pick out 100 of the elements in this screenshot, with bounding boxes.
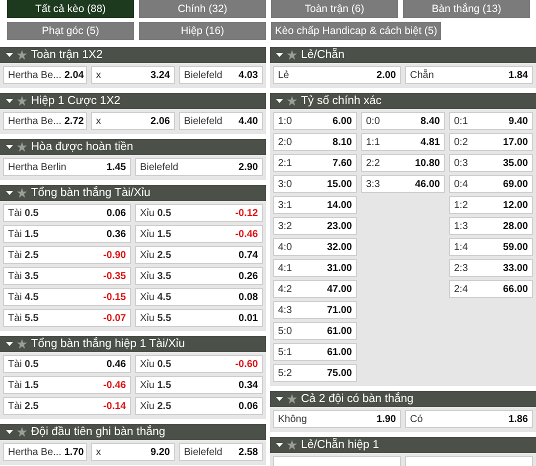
selection-label: 0:2 [454, 136, 468, 148]
odds-cell[interactable]: Không 1.90 [273, 410, 401, 428]
panel-header[interactable]: Tỷ số chính xác [270, 93, 536, 109]
odds-cell[interactable]: 4:3 71.00 [273, 301, 357, 319]
odds-cell[interactable]: 1:0 6.00 [273, 112, 357, 130]
selection-label: 3:1 [278, 200, 292, 210]
odds-cell[interactable]: Xỉu 2.5 0.74 [135, 246, 263, 264]
tab[interactable]: Tất cả kèo (88) [7, 0, 134, 18]
panel-title: Đội đầu tiên ghi bàn thắng [31, 426, 166, 438]
panel-header[interactable]: Lẻ/Chẵn hiệp 1 [270, 437, 536, 453]
panel-header[interactable]: Tổng bàn thắng Tài/Xỉu [0, 185, 266, 201]
odds-cell[interactable]: 0:1 9.40 [449, 112, 533, 130]
odds-cell[interactable]: 1:1 4.81 [361, 133, 445, 151]
odds-cell[interactable]: 3:1 14.00 [273, 196, 357, 214]
odds-cell[interactable]: Xỉu 2.5 0.06 [135, 397, 263, 415]
selection-label: Tài 5.5 [8, 312, 39, 324]
odds-value: 10.80 [414, 158, 440, 168]
odds-cell[interactable]: 1:4 59.00 [449, 238, 533, 256]
selection-label: Tài 0.5 [8, 208, 39, 218]
odds-cell[interactable]: 3:0 15.00 [273, 175, 357, 193]
odds-cell[interactable]: 4:1 31.00 [273, 259, 357, 277]
odds-cell[interactable]: Xỉu 1.5 0.34 [135, 376, 263, 394]
odds-cell[interactable]: x 3.24 [91, 66, 175, 84]
odds-cell[interactable]: Tài 1.5 0.36 [3, 225, 131, 243]
odds-cell[interactable]: 1:2 12.00 [449, 196, 533, 214]
odds-cell[interactable]: Bielefeld 4.03 [179, 66, 263, 84]
selection-label: Xỉu 2.5 [140, 250, 172, 260]
odds-cell[interactable]: Tài 4.5 -0.15 [3, 288, 131, 306]
selection-label: 4:1 [278, 262, 292, 274]
odds-cell[interactable]: 5:1 61.00 [273, 343, 357, 361]
odds-cell[interactable]: Tài 3.5 -0.35 [3, 267, 131, 285]
odds-value: 0.06 [106, 208, 126, 218]
odds-value: 7.60 [332, 158, 352, 168]
selection-label: Xỉu 1.5 [140, 380, 172, 390]
odds-cell[interactable]: 0:0 8.40 [361, 112, 445, 130]
panel-header[interactable]: Hiệp 1 Cược 1X2 [0, 93, 266, 109]
caret-icon [276, 443, 283, 447]
odds-cell[interactable]: Hertha Be... 2.72 [3, 112, 87, 130]
odds-cell[interactable]: Tài 2.5 -0.90 [3, 246, 131, 264]
odds-cell[interactable]: Xỉu 1.5 -0.46 [135, 225, 263, 243]
odds-cell[interactable]: Tài 2.5 -0.14 [3, 397, 131, 415]
selection-label: 2:0 [278, 136, 292, 148]
tab[interactable]: Bàn thắng (13) [403, 0, 530, 18]
tab[interactable]: Toàn trận (6) [271, 0, 398, 18]
odds-cell[interactable]: Xỉu 0.5 -0.60 [135, 355, 263, 373]
odds-cell[interactable]: x 2.06 [91, 112, 175, 130]
panel-header[interactable]: Tổng bàn thắng hiệp 1 Tài/Xỉu [0, 336, 266, 352]
odds-cell[interactable]: Tài 0.5 0.06 [3, 204, 131, 222]
star-icon [17, 50, 27, 60]
odds-cell[interactable]: 2:2 10.80 [361, 154, 445, 172]
odds-cell[interactable]: Lẻ 2.00 [273, 66, 401, 84]
odds-cell[interactable]: 5:2 75.00 [273, 364, 357, 382]
odds-cell[interactable]: 3:3 46.00 [361, 175, 445, 193]
panel-header[interactable]: Lẻ/Chẵn [270, 47, 536, 63]
odds-cell[interactable]: 3:2 23.00 [273, 217, 357, 235]
odds-cell[interactable]: 0:3 35.00 [449, 154, 533, 172]
odds-cell[interactable]: 2:1 7.60 [273, 154, 357, 172]
odds-value: 35.00 [502, 158, 528, 168]
odds-cell[interactable]: Hertha Berlin 1.45 [3, 158, 131, 176]
odds-cell[interactable]: Tài 0.5 0.46 [3, 355, 131, 373]
odds-value: 4.81 [420, 136, 440, 148]
odds-cell[interactable]: 0:2 17.00 [449, 133, 533, 151]
odds-cell[interactable]: 0:4 69.00 [449, 175, 533, 193]
odds-cell[interactable]: Xỉu 5.5 0.01 [135, 309, 263, 327]
odds-cell[interactable]: 4:0 32.00 [273, 238, 357, 256]
odds-value: -0.07 [103, 312, 126, 324]
caret-icon [6, 145, 13, 149]
odds-cell[interactable]: 2:4 66.00 [449, 280, 533, 298]
panel-header[interactable]: Toàn trận 1X2 [0, 47, 266, 63]
tab[interactable]: Hiệp (16) [139, 22, 266, 40]
odds-cell[interactable]: 2:3 33.00 [449, 259, 533, 277]
odds-cell[interactable]: Xỉu 4.5 0.08 [135, 288, 263, 306]
odds-value: 0.01 [238, 312, 258, 324]
selection-label: 1:0 [278, 116, 292, 126]
tab[interactable]: Chính (32) [139, 0, 266, 18]
odds-cell[interactable]: 2:0 8.10 [273, 133, 357, 151]
panel-header[interactable]: Cả 2 đội có bàn thắng [270, 391, 536, 407]
odds-cell[interactable]: Tài 1.5 -0.46 [3, 376, 131, 394]
odds-cell[interactable]: Xỉu 3.5 0.26 [135, 267, 263, 285]
tab[interactable]: Phạt góc (5) [7, 22, 134, 40]
star-icon [17, 142, 27, 152]
odds-cell[interactable]: Hertha Be... 2.04 [3, 66, 87, 84]
caret-icon [6, 99, 13, 103]
selection-label: Bielefeld [140, 162, 178, 172]
odds-cell[interactable]: 4:2 47.00 [273, 280, 357, 298]
odds-cell[interactable]: Có 1.86 [405, 410, 533, 428]
odds-cell[interactable]: Bielefeld 4.40 [179, 112, 263, 130]
panel-header[interactable]: Đội đầu tiên ghi bàn thắng [0, 424, 266, 440]
odds-cell[interactable]: Chẵn 1.84 [405, 66, 533, 84]
tab[interactable]: Kèo chấp Handicap & cách biệt (5) [271, 22, 442, 40]
panel-header[interactable]: Hòa được hoàn tiền [0, 139, 266, 155]
odds-cell[interactable]: Hertha Be... 1.70 [3, 443, 87, 461]
odds-cell[interactable]: Xỉu 0.5 -0.12 [135, 204, 263, 222]
odds-cell[interactable]: x 9.20 [91, 443, 175, 461]
odds-cell[interactable]: Bielefeld 2.58 [179, 443, 263, 461]
odds-cell[interactable]: 5:0 61.00 [273, 322, 357, 340]
selection-label: Chẵn [410, 70, 434, 80]
odds-cell[interactable]: 1:3 28.00 [449, 217, 533, 235]
odds-cell[interactable]: Bielefeld 2.90 [135, 158, 263, 176]
odds-cell[interactable]: Tài 5.5 -0.07 [3, 309, 131, 327]
